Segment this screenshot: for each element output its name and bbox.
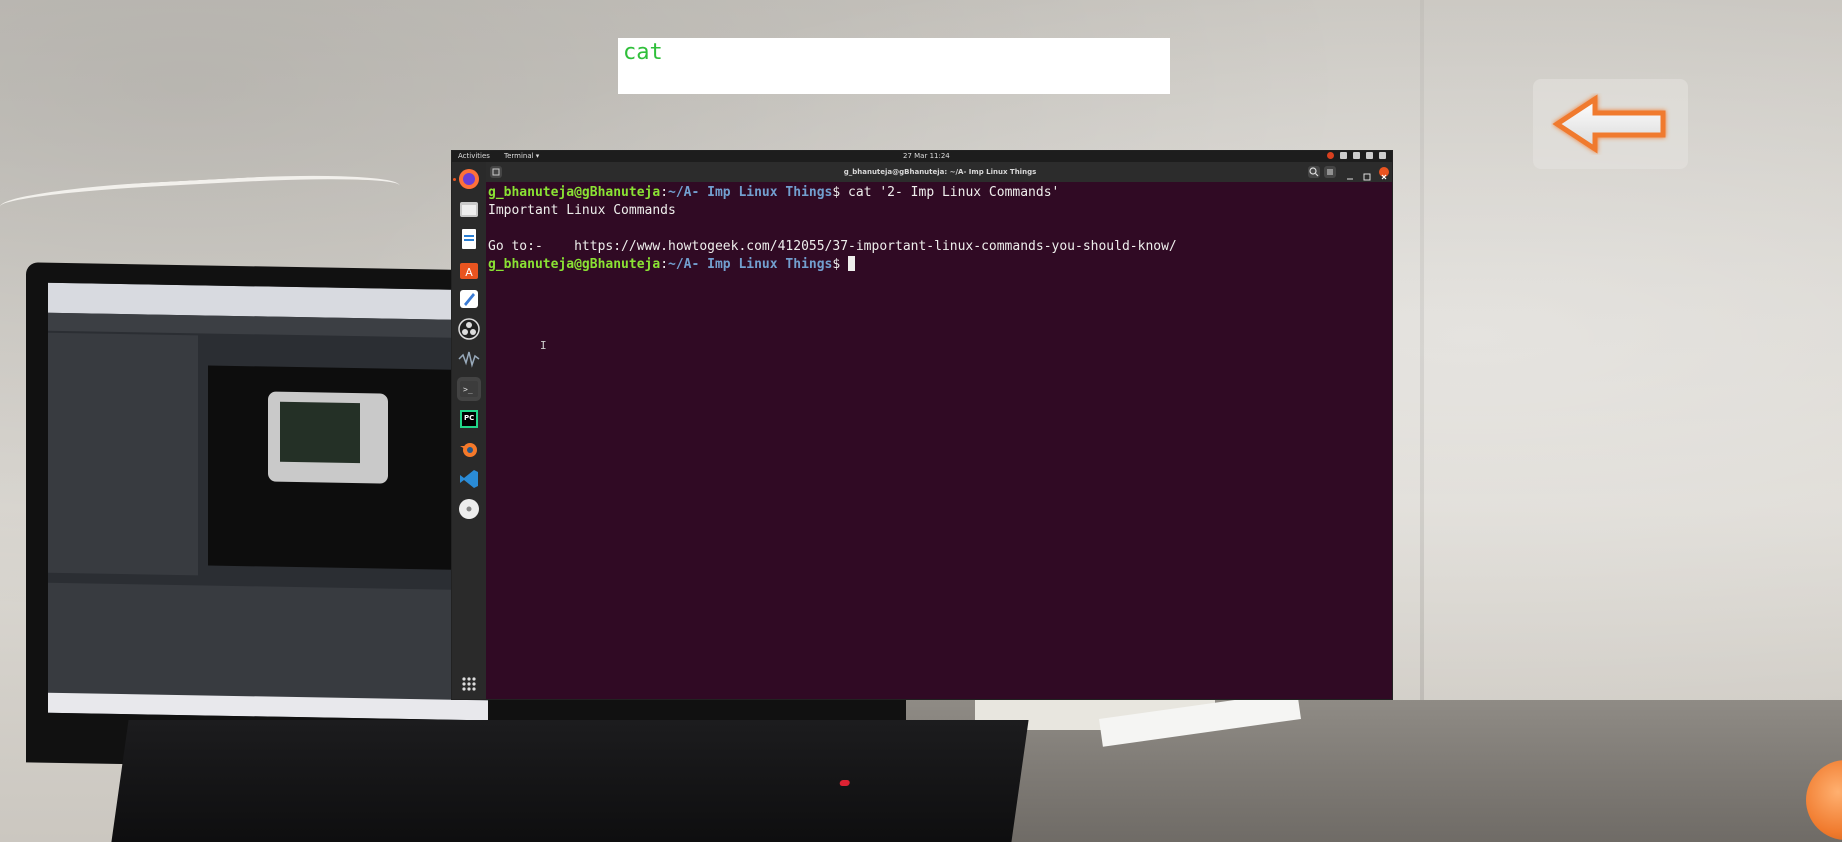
command-text: cat '2- Imp Linux Commands' [848, 185, 1060, 200]
prompt-line-2: g_bhanuteja@gBhanuteja:~/A- Imp Linux Th… [488, 256, 1392, 274]
disc-icon[interactable] [457, 497, 481, 521]
terminal-output[interactable]: g_bhanuteja@gBhanuteja:~/A- Imp Linux Th… [486, 182, 1392, 699]
svg-text:>_: >_ [463, 385, 473, 394]
app-menu-terminal[interactable]: Terminal ▾ [504, 151, 539, 162]
prompt-user: g_bhanuteja@gBhanuteja [488, 185, 661, 200]
prompt-path-2: ~/A- Imp Linux Things [668, 257, 833, 272]
close-icon [1381, 174, 1387, 180]
text-editor-icon[interactable] [457, 287, 481, 311]
prompt-dollar-2: $ [832, 257, 849, 272]
prompt-separator-2: : [660, 257, 669, 272]
terminal-header-bar[interactable]: g_bhanuteja@gBhanuteja: ~/A- Imp Linux T… [486, 162, 1392, 182]
output-line-title: Important Linux Commands [488, 203, 676, 218]
network-icon[interactable] [1340, 152, 1347, 159]
battery-icon[interactable] [1366, 152, 1373, 159]
mouse-ibeam-cursor: I [540, 339, 547, 352]
terminal-window-title: g_bhanuteja@gBhanuteja: ~/A- Imp Linux T… [843, 168, 1037, 176]
ubuntu-dock: A >_ PC [452, 162, 486, 699]
gnome-top-bar: Activities Terminal ▾ 27 Mar 11:24 [452, 151, 1392, 162]
minimize-button[interactable] [1345, 167, 1355, 180]
power-menu-icon[interactable] [1379, 152, 1386, 159]
software-icon[interactable]: A [457, 257, 481, 281]
svg-text:PC: PC [464, 414, 474, 422]
prompt-separator: : [660, 185, 669, 200]
editor-game-view [208, 365, 488, 571]
activities-button[interactable]: Activities [458, 151, 490, 162]
clock[interactable]: 27 Mar 11:24 [903, 151, 950, 162]
wall-corner [1420, 0, 1424, 760]
indicator-icon[interactable] [1327, 152, 1334, 159]
command-label-text: cat [623, 40, 663, 65]
command-label-panel: cat [618, 38, 1170, 94]
firefox-icon[interactable] [457, 167, 481, 191]
running-indicator [453, 178, 456, 181]
system-tray[interactable] [1327, 152, 1386, 159]
prompt-user-2: g_bhanuteja@gBhanuteja [488, 257, 661, 272]
arrow-left-icon [1552, 94, 1666, 154]
text-cursor [848, 256, 856, 271]
maximize-icon [1363, 173, 1371, 181]
writer-icon[interactable] [457, 227, 481, 251]
prompt-dollar: $ [832, 185, 849, 200]
laptop-keyboard [111, 720, 1029, 842]
hamburger-menu-icon [1327, 169, 1333, 175]
terminal-icon[interactable]: >_ [457, 377, 481, 401]
laptop-unity-editor [48, 282, 488, 721]
game-tv-model [268, 391, 388, 484]
obs-icon[interactable] [457, 317, 481, 341]
output-blank-line [488, 220, 1392, 238]
svg-text:A: A [465, 266, 473, 279]
close-button[interactable] [1379, 167, 1389, 180]
minimize-icon [1347, 178, 1353, 180]
prompt-line-1: g_bhanuteja@gBhanuteja:~/A- Imp Linux Th… [488, 184, 1392, 202]
search-button[interactable] [1308, 166, 1320, 178]
power-led [839, 780, 851, 786]
back-button[interactable] [1533, 79, 1688, 169]
files-icon[interactable] [457, 197, 481, 221]
pycharm-icon[interactable]: PC [457, 407, 481, 431]
search-icon [1309, 167, 1319, 177]
app-grid-icon[interactable] [457, 672, 481, 696]
blender-icon[interactable] [457, 437, 481, 461]
ubuntu-desktop-screen: Activities Terminal ▾ 27 Mar 11:24 A >_ … [451, 150, 1393, 700]
menu-button[interactable] [1324, 166, 1336, 178]
vscode-icon[interactable] [457, 467, 481, 491]
output-line-link: Go to:- https://www.howtogeek.com/412055… [488, 239, 1177, 254]
volume-icon[interactable] [1353, 152, 1360, 159]
prompt-path: ~/A- Imp Linux Things [668, 185, 833, 200]
maximize-button[interactable] [1362, 167, 1372, 181]
editor-hierarchy-panel [48, 332, 198, 576]
audacity-icon[interactable] [457, 347, 481, 371]
